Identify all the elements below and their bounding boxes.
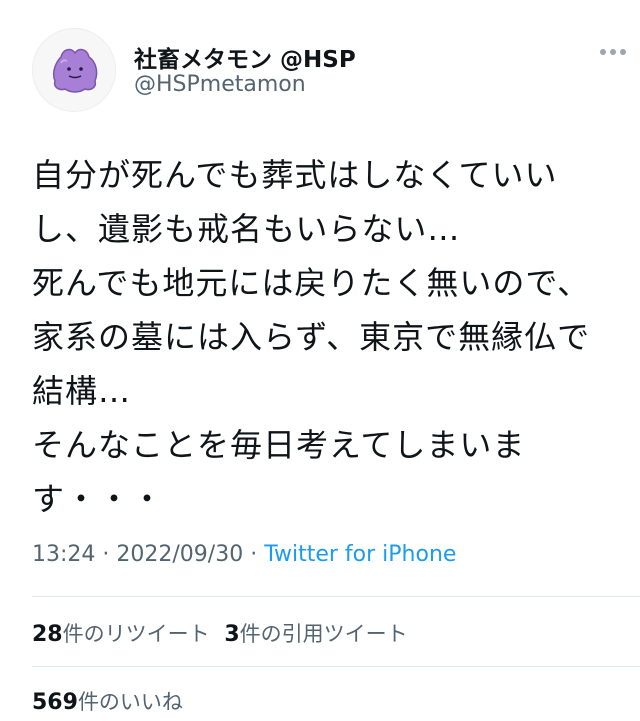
retweets-label: 件のリツイート [62,622,210,646]
tweet-date[interactable]: 2022/09/30 [116,542,243,567]
tweet-time[interactable]: 13:24 [32,542,95,567]
user-handle[interactable]: @HSPmetamon [134,72,306,97]
quotes-count: 3 [224,622,240,647]
quotes-link[interactable]: 3件の引用ツイート [224,622,408,647]
divider [32,666,640,667]
tweet-text-line: 家系の墓には入らず、東京で無縁仏で [32,318,591,356]
tweet-meta: 13:24 · 2022/09/30 · Twitter for iPhone [32,542,456,567]
tweet-header: 社畜メタモン @HSP @HSPmetamon [0,0,640,120]
tweet-text-line: 死んでも地元には戻りたく無いので、 [32,264,591,302]
meta-separator: · [95,542,117,567]
retweets-link[interactable]: 28件のリツイート [32,622,210,647]
tweet-text: 自分が死んでも葬式はしなくていい し、遺影も戒名もいらない… 死んでも地元には戻… [32,148,622,526]
display-name[interactable]: 社畜メタモン @HSP [134,40,356,74]
meta-separator: · [243,542,265,567]
tweet-text-line: し、遺影も戒名もいらない… [32,210,461,248]
tweet-text-line: そんなことを毎日考えてしまいま [32,426,526,464]
more-options-icon[interactable] [596,46,630,58]
tweet-text-line: 自分が死んでも葬式はしなくていい [32,156,558,194]
tweet-text-line: す・・・ [32,480,165,518]
likes-link[interactable]: 569件のいいね [32,690,183,715]
retweet-stats: 28件のリツイート 3件の引用ツイート [32,618,408,648]
like-stats: 569件のいいね [32,686,183,716]
likes-label: 件のいいね [77,690,183,714]
tweet-source-link[interactable]: Twitter for iPhone [264,542,456,567]
ditto-icon [52,48,98,93]
retweets-count: 28 [32,622,63,647]
avatar[interactable] [32,28,116,112]
tweet-text-line: 結構… [32,372,132,410]
likes-count: 569 [32,690,78,715]
quotes-label: 件の引用ツイート [239,622,408,646]
divider [32,596,640,597]
